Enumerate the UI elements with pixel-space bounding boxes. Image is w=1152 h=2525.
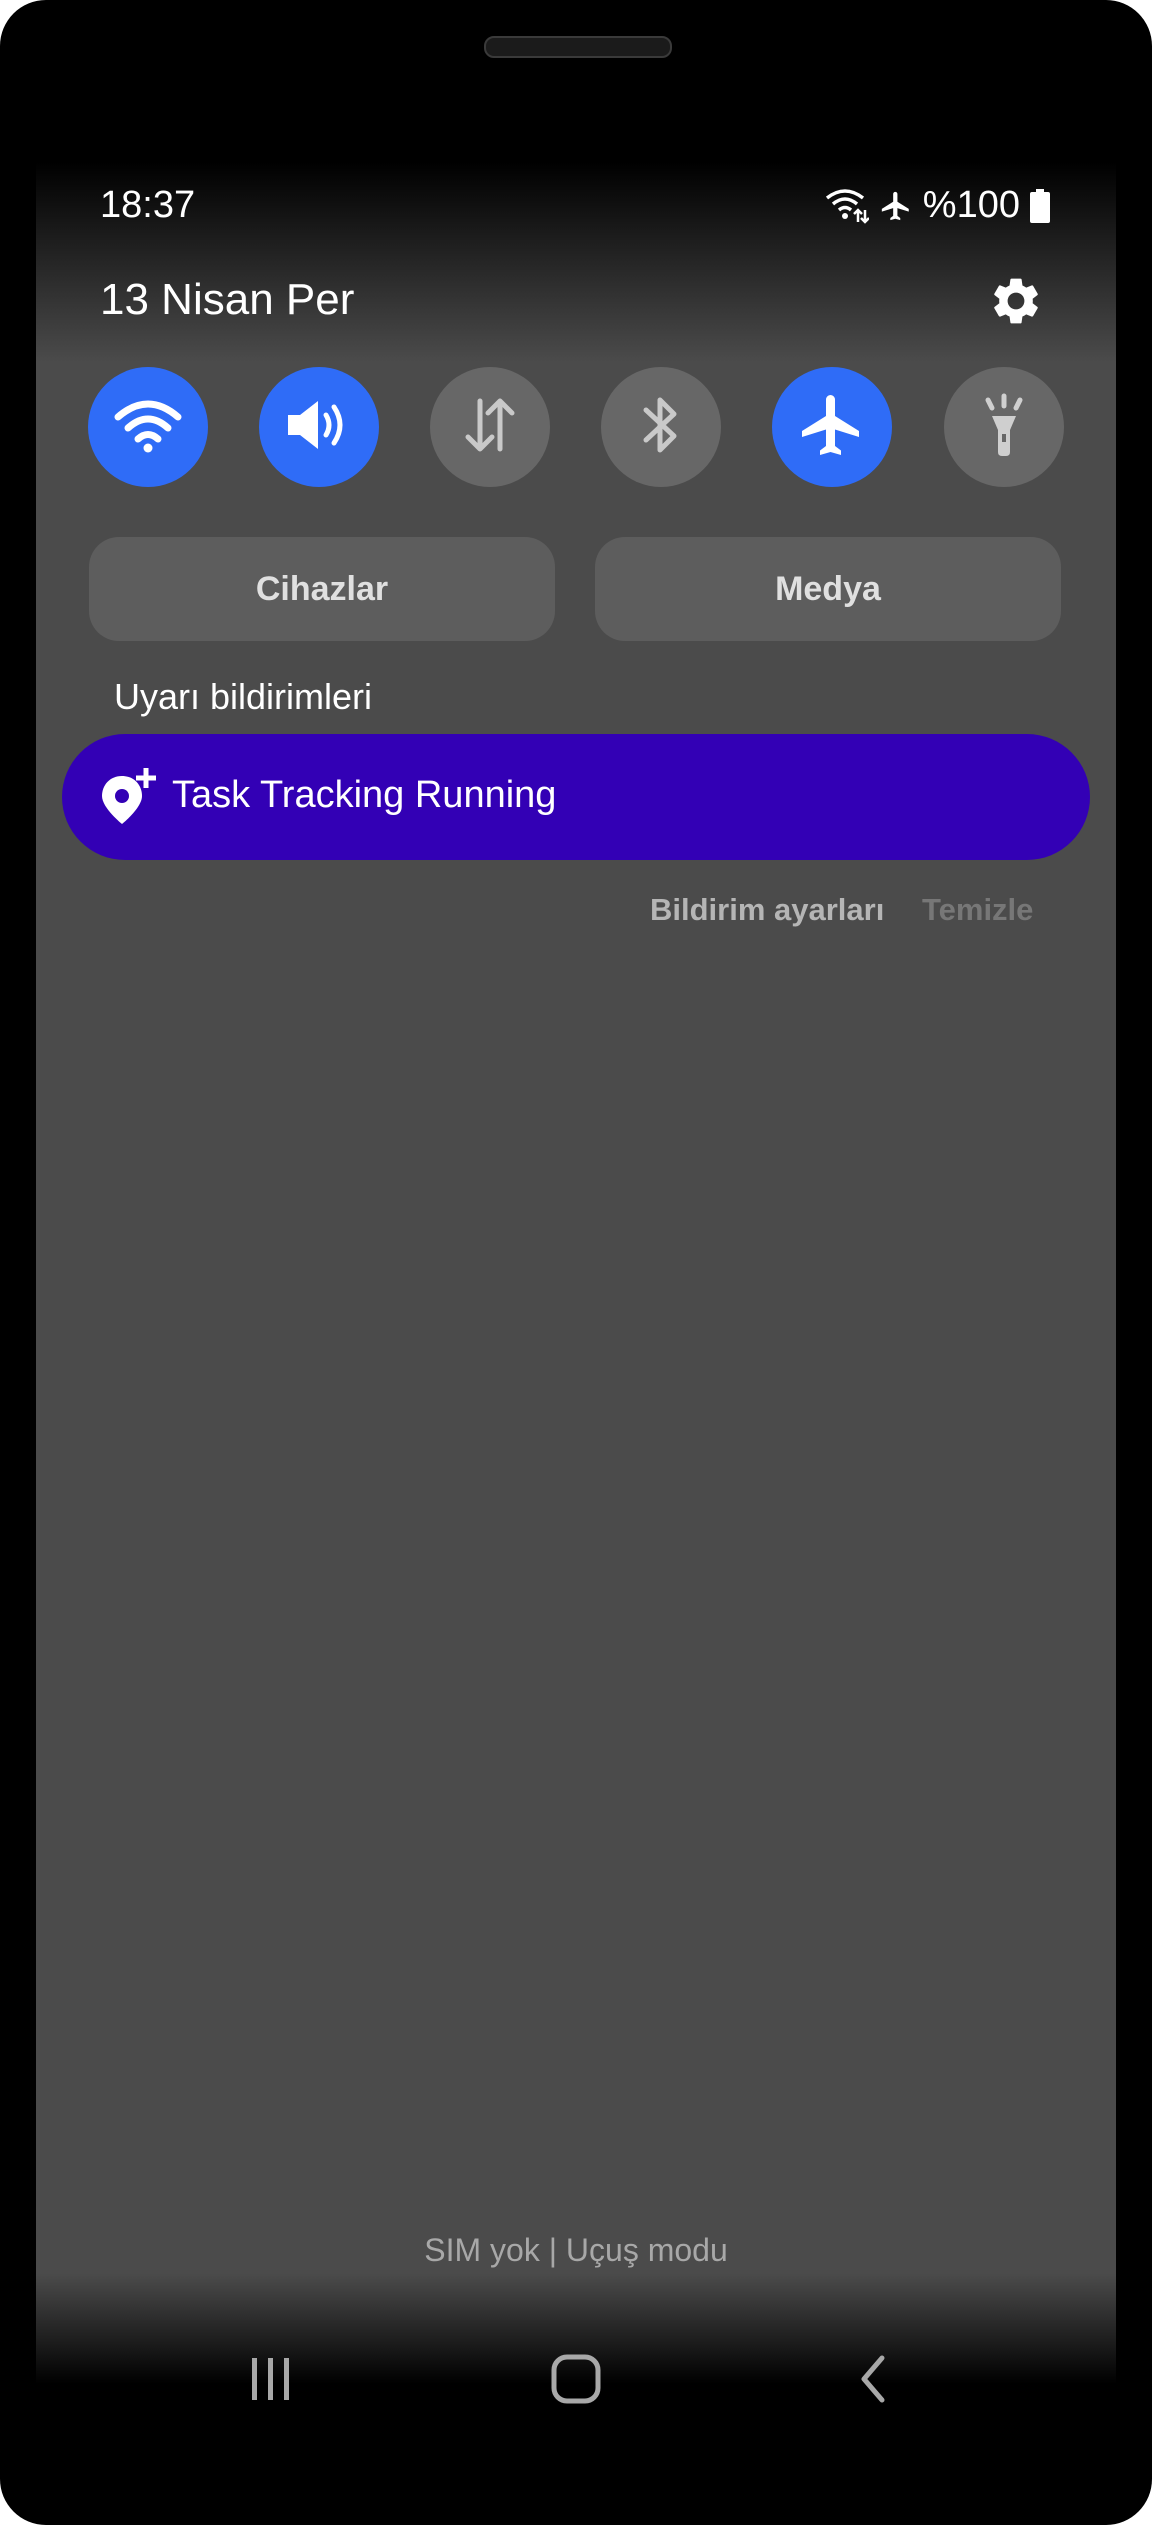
airplane-icon — [796, 389, 868, 466]
status-indicators: %100 — [825, 184, 1050, 227]
bluetooth-icon — [636, 392, 686, 463]
carrier-status: SIM yok | Uçuş modu — [424, 2232, 728, 2268]
earpiece-speaker — [484, 36, 672, 58]
clear-notifications-button[interactable]: Temizle — [922, 892, 1033, 928]
sound-toggle[interactable] — [259, 367, 379, 487]
volume-icon — [284, 395, 354, 460]
battery-text: %100 — [922, 184, 1020, 226]
quick-settings-toggles — [88, 367, 1064, 487]
wifi-calling-icon — [825, 188, 869, 224]
notification-title: Task Tracking Running — [172, 774, 557, 816]
gear-icon[interactable] — [988, 273, 1044, 329]
notification-settings-link[interactable]: Bildirim ayarları — [650, 892, 884, 928]
bluetooth-toggle[interactable] — [601, 367, 721, 487]
phone-frame: 18:37 %100 13 Nisan Per Cihazlar Medya U… — [0, 0, 1152, 2525]
home-icon[interactable] — [548, 2354, 604, 2409]
airplane-mode-toggle[interactable] — [772, 367, 892, 487]
wifi-toggle[interactable] — [88, 367, 208, 487]
status-time: 18:37 — [100, 184, 196, 226]
airplane-mode-icon — [879, 189, 913, 223]
notification-panel: 18:37 %100 13 Nisan Per Cihazlar Medya U… — [36, 92, 1116, 2467]
flashlight-toggle[interactable] — [944, 367, 1064, 487]
location-add-icon — [98, 766, 158, 830]
devices-button[interactable]: Cihazlar — [89, 537, 555, 641]
notification-card[interactable]: Task Tracking Running — [62, 734, 1090, 860]
media-button[interactable]: Medya — [595, 537, 1061, 641]
back-icon[interactable] — [854, 2354, 894, 2409]
date-label: 13 Nisan Per — [100, 275, 355, 324]
battery-icon — [1030, 188, 1050, 223]
data-transfer-icon — [460, 395, 520, 460]
flashlight-icon — [976, 390, 1032, 465]
recent-apps-icon[interactable] — [246, 2354, 296, 2409]
wifi-icon — [113, 397, 183, 458]
notification-section-title: Uyarı bildirimleri — [114, 676, 373, 717]
mobile-data-toggle[interactable] — [430, 367, 550, 487]
